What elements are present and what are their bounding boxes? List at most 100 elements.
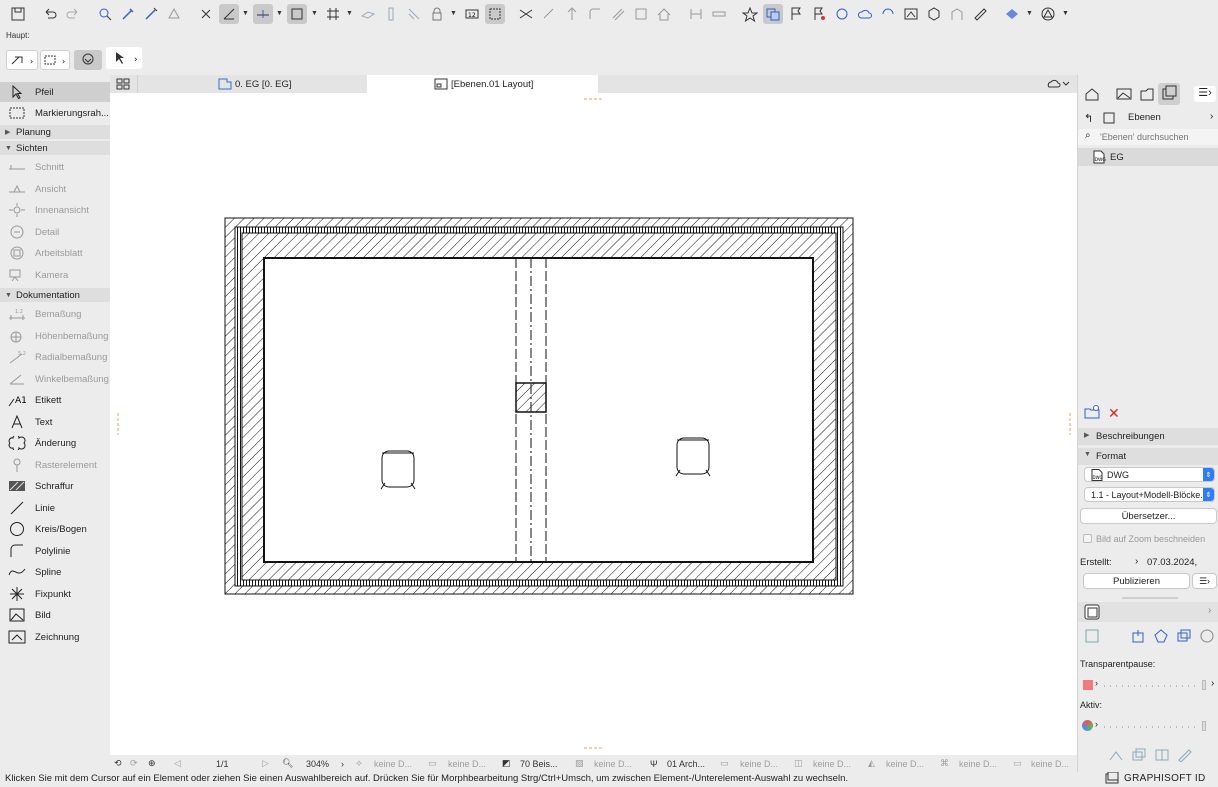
distribute-icon[interactable] <box>686 4 706 24</box>
delete-icon[interactable]: ✕ <box>1108 405 1120 422</box>
tab-options-button[interactable] <box>1042 75 1074 93</box>
star-icon[interactable] <box>740 4 760 24</box>
shape-view-icon[interactable] <box>1153 629 1169 646</box>
screen-icon[interactable] <box>1105 771 1119 787</box>
fillet-icon[interactable] <box>585 4 605 24</box>
tool-ansicht[interactable]: Ansicht <box>0 179 110 199</box>
nav-item-10[interactable]: keine D... <box>1031 757 1069 770</box>
grid-snap-icon[interactable] <box>287 4 307 24</box>
project-map-icon[interactable] <box>1084 87 1100 104</box>
tool-text[interactable]: Text <box>0 412 110 432</box>
tab-overview-button[interactable] <box>110 75 136 93</box>
tool-schraffur[interactable]: Schraffur <box>0 476 110 496</box>
chevron-right-icon[interactable]: › <box>341 757 344 770</box>
view-options-icon[interactable] <box>1002 4 1022 24</box>
color-swatch-red[interactable] <box>1083 680 1093 690</box>
tree-item-eg[interactable]: DWG EG <box>1078 148 1218 166</box>
nav-item-8[interactable]: keine D... <box>886 757 924 770</box>
tool-bemassung[interactable]: 1.2 Bemaßung <box>0 304 110 324</box>
color-wheel-icon[interactable] <box>1082 720 1093 731</box>
navigator-title[interactable]: Ebenen <box>1128 112 1161 123</box>
chevron-down-icon[interactable]: ▼ <box>1062 10 1070 18</box>
graphisoft-id-brand[interactable]: GRAPHISOFT ID <box>1124 773 1206 784</box>
tool-linie[interactable]: Linie <box>0 498 110 518</box>
tool-markierungsrahmen[interactable]: Markierungsrah... <box>0 103 110 123</box>
nav-item-6-icon[interactable]: ▭ <box>720 757 729 770</box>
edit-icon[interactable] <box>1177 748 1193 765</box>
publish-options-button[interactable]: ☰› <box>1192 573 1217 589</box>
chevron-down-icon[interactable]: ▼ <box>1026 10 1034 18</box>
tab-floor-plan[interactable]: 0. EG [0. EG] <box>137 75 367 93</box>
nav-item-9[interactable]: keine D... <box>959 757 997 770</box>
chevron-right-icon[interactable]: › <box>1135 556 1138 567</box>
group-sichten[interactable]: ▼ Sichten <box>0 141 110 155</box>
magic-wand-icon[interactable] <box>196 4 216 24</box>
publish-button[interactable]: Publizieren <box>1083 573 1190 589</box>
undo-view-icon[interactable]: ⟡ <box>356 757 362 770</box>
split-view-icon[interactable] <box>1154 748 1170 765</box>
nav-item-2-icon[interactable]: ▭ <box>428 757 437 770</box>
chevron-down-icon[interactable]: ▼ <box>346 10 354 18</box>
publisher-icon[interactable] <box>901 4 921 24</box>
roof-icon[interactable] <box>654 4 674 24</box>
tool-winkelbemassung[interactable]: Winkelbemaßung <box>0 369 110 389</box>
refresh-view-icon[interactable] <box>1199 629 1215 646</box>
nav-item-3[interactable]: 70 Beis... <box>520 757 558 770</box>
layout-book-icon[interactable] <box>1139 87 1155 104</box>
active-slider[interactable] <box>1104 726 1200 728</box>
section-beschreibungen[interactable]: ▶ Beschreibungen <box>1078 428 1218 445</box>
chevron-right-icon[interactable]: › <box>1095 678 1098 688</box>
add-view-icon[interactable] <box>1130 629 1146 646</box>
group-icon[interactable] <box>485 4 505 24</box>
eyedropper-icon[interactable] <box>118 4 138 24</box>
view-map-icon[interactable] <box>1116 87 1132 104</box>
pen-set-icon[interactable]: Ψ <box>650 757 658 770</box>
save-icon[interactable] <box>8 4 28 24</box>
building-icon[interactable] <box>947 4 967 24</box>
zoom-preview-icon[interactable] <box>1085 629 1101 646</box>
tool-hoehenbemassung[interactable]: Höhenbemaßung <box>0 326 110 346</box>
nav-item-6[interactable]: keine D... <box>740 757 778 770</box>
tool-etikett[interactable]: A1 Etikett <box>0 390 110 410</box>
snap-points-icon[interactable] <box>253 4 273 24</box>
next-page-icon[interactable]: ▷ <box>262 757 269 770</box>
tool-innenansicht[interactable]: Innenansicht <box>0 200 110 220</box>
chevron-down-icon[interactable]: ▼ <box>450 10 458 18</box>
nav-item-2[interactable]: keine D... <box>448 757 486 770</box>
tool-polylinie[interactable]: Polylinie <box>0 541 110 561</box>
elevate-icon[interactable] <box>562 4 582 24</box>
column-icon[interactable] <box>381 4 401 24</box>
duplicate-icon[interactable] <box>1131 748 1147 765</box>
split-icon[interactable] <box>516 4 536 24</box>
find-select-icon[interactable] <box>95 4 115 24</box>
dimension-tool-icon[interactable]: 12 <box>462 4 482 24</box>
publisher-sets-icon[interactable] <box>1158 83 1180 105</box>
chevron-down-icon[interactable]: ▼ <box>311 10 319 18</box>
tool-spline[interactable]: Spline <box>0 562 110 582</box>
layer-icon[interactable]: ◩ <box>502 757 511 770</box>
tool-aenderung[interactable]: Änderung <box>0 433 110 453</box>
translator-select[interactable]: 1.1 - Layout+Modell-Blöcke... ⇕ <box>1084 487 1215 502</box>
nav-item-8-icon[interactable]: ◭ <box>868 757 875 770</box>
nav-item-7-icon[interactable]: ◫ <box>794 757 803 770</box>
nav-item-4[interactable]: keine D... <box>594 757 632 770</box>
zoom-icon[interactable]: 🔍︎ <box>282 757 293 770</box>
selection-method-picker[interactable]: › <box>6 50 38 70</box>
transfer-settings-icon[interactable] <box>164 4 184 24</box>
crop-checkbox[interactable] <box>1083 534 1092 543</box>
zoom-in-icon[interactable]: ⊕ <box>148 757 156 770</box>
tab-layout[interactable]: [Ebenen.01 Layout] <box>367 75 598 93</box>
tool-bild[interactable]: Bild <box>0 605 110 625</box>
new-folder-icon[interactable] <box>1084 405 1100 422</box>
zoom-level[interactable]: 304% <box>306 757 329 770</box>
lock-icon[interactable] <box>427 4 447 24</box>
tool-kamera[interactable]: Kamera <box>0 265 110 285</box>
previous-page-icon[interactable]: ◁ <box>174 757 181 770</box>
cloud-icon[interactable] <box>855 4 875 24</box>
syringe-icon[interactable] <box>141 4 161 24</box>
preview-page-icon[interactable] <box>1084 604 1100 623</box>
group-dokumentation[interactable]: ▼ Dokumentation <box>0 288 110 302</box>
chevron-right-icon[interactable]: › <box>1210 111 1213 122</box>
chevron-down-icon[interactable]: ▼ <box>276 10 284 18</box>
snap-guide-icon[interactable] <box>219 4 239 24</box>
